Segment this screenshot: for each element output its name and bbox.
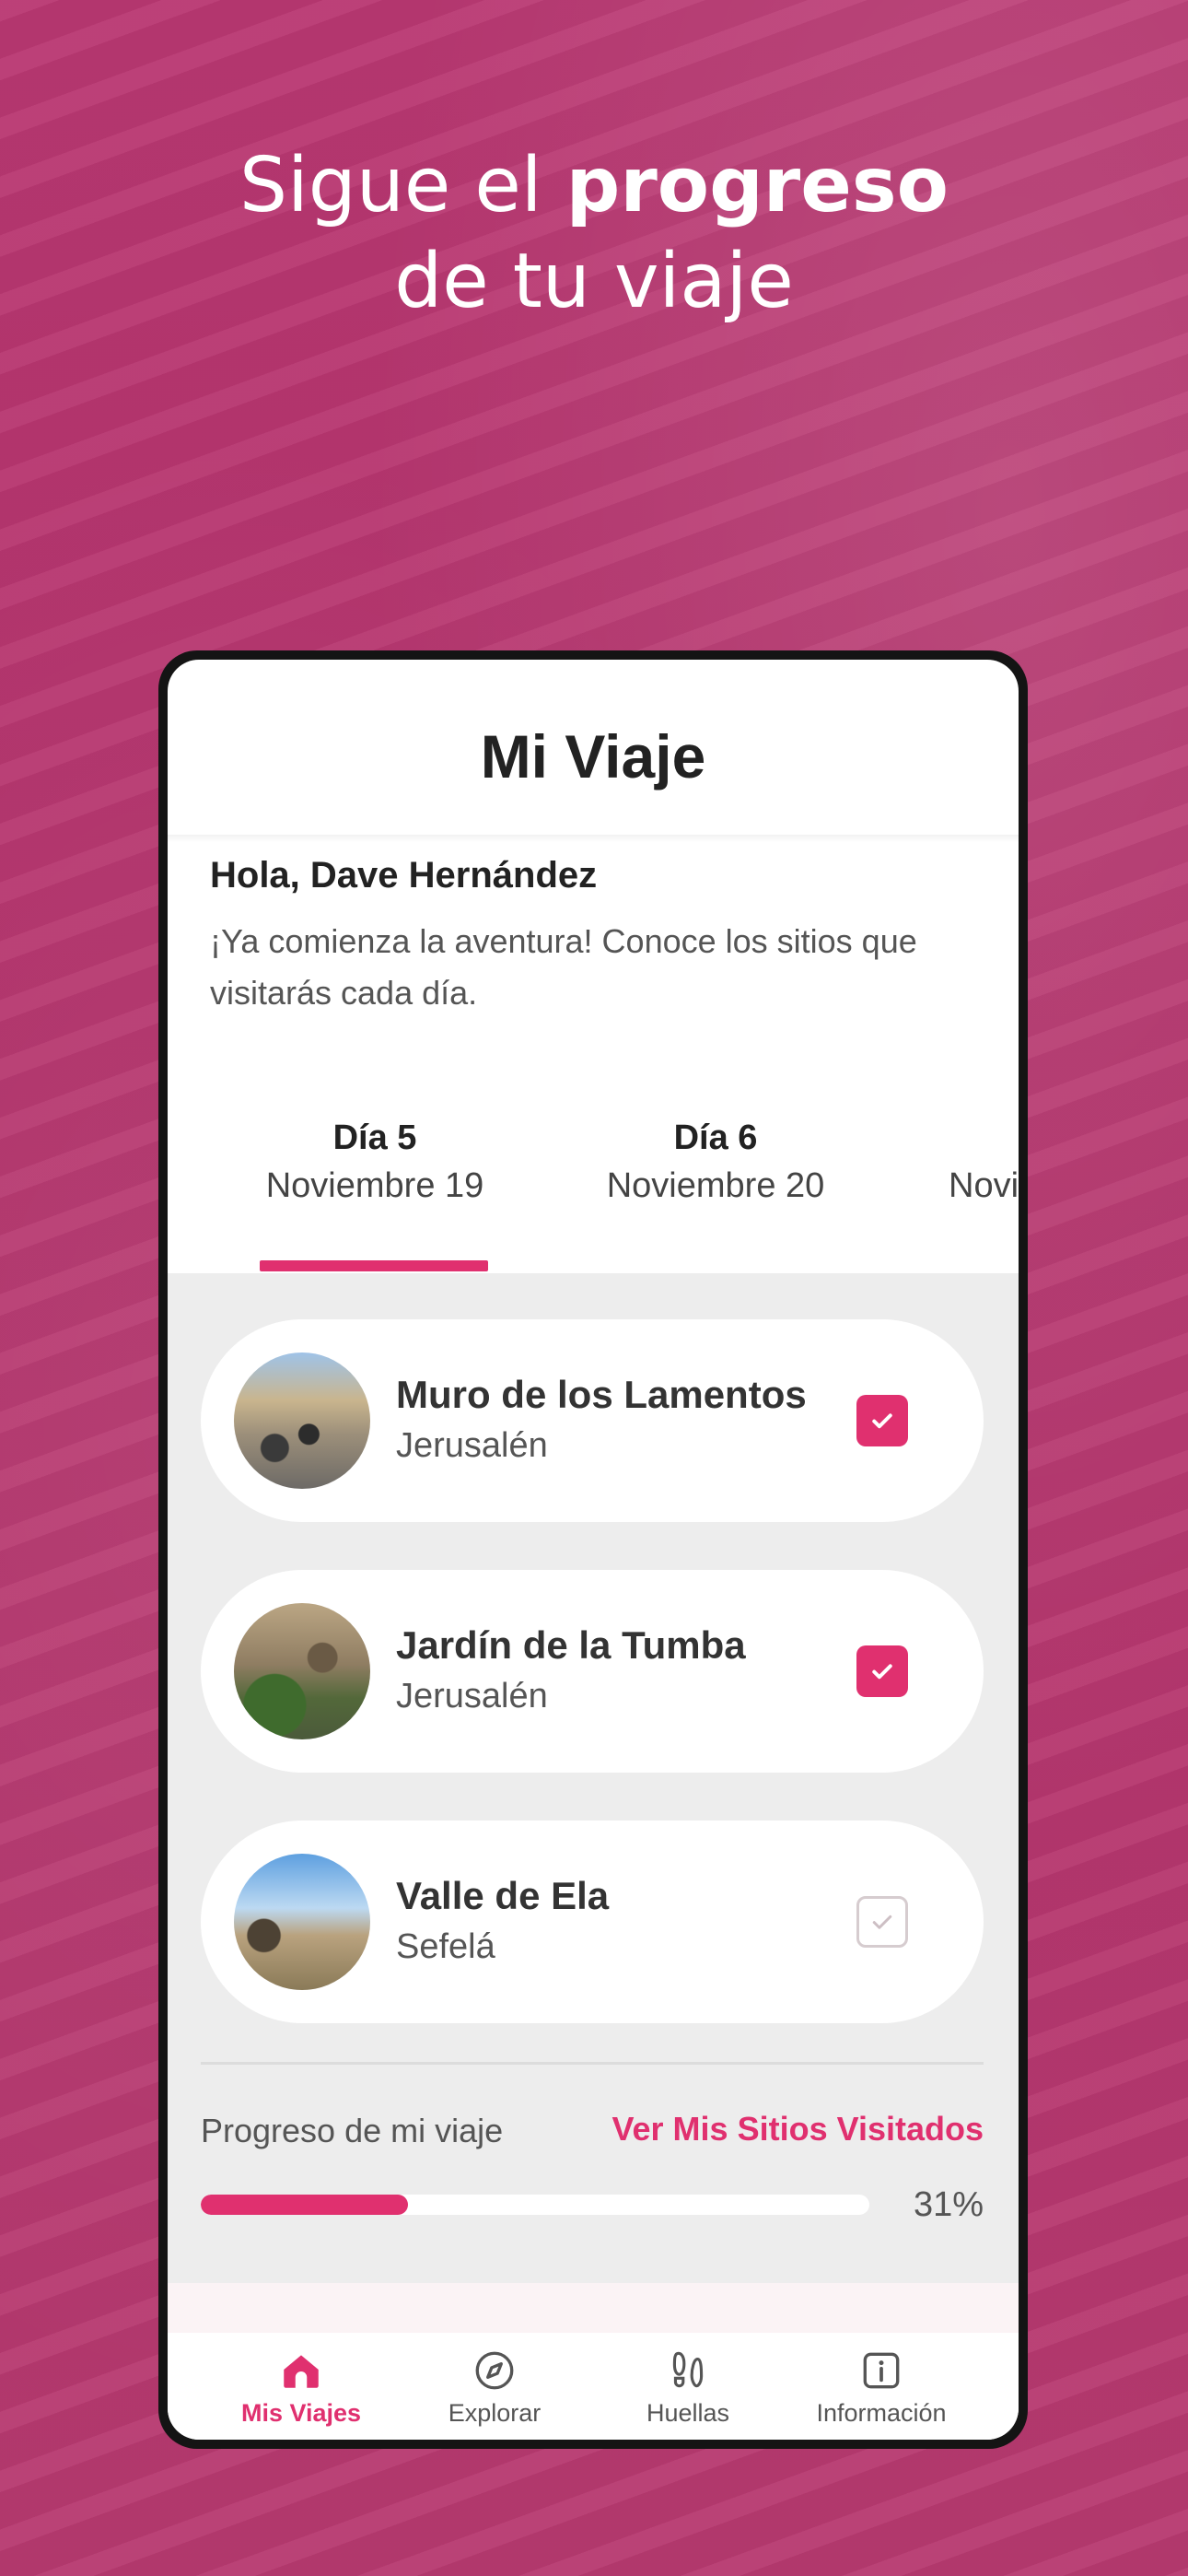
tab-informacion[interactable]: Información: [785, 2348, 978, 2428]
list-item[interactable]: Muro de los Lamentos Jerusalén: [201, 1319, 984, 1522]
tab-mis-viajes[interactable]: Mis Viajes: [204, 2348, 398, 2428]
greeting-subtitle: ¡Ya comienza la aventura! Conoce los sit…: [210, 922, 917, 1012]
check-icon: [872, 1914, 892, 1929]
page-title: Mi Viaje: [480, 722, 706, 790]
tab-explorar[interactable]: Explorar: [398, 2348, 591, 2428]
places-list: Muro de los Lamentos Jerusalén Jardín de…: [168, 1273, 1019, 2283]
headline-line2: de tu viaje: [394, 238, 794, 325]
place-photo: [234, 1603, 370, 1739]
day-tabs: Día 5 Noviembre 19 Día 6 Noviembre 20 No…: [168, 1118, 1019, 1205]
day-date: Novi: [949, 1166, 1019, 1205]
day-date: Noviembre 19: [265, 1166, 484, 1205]
tab-day-6[interactable]: Día 6 Noviembre 20: [600, 1118, 831, 1206]
check-icon: [872, 1664, 892, 1680]
place-name: Muro de los Lamentos: [396, 1373, 807, 1416]
phone-frame: Mi Viaje Hola, Dave Hernández ¡Ya comien…: [158, 650, 1028, 2449]
place-city: Jerusalén: [396, 1426, 548, 1465]
progress-bar-fill: [201, 2195, 409, 2215]
header-divider: [168, 835, 1019, 842]
day-date: Noviembre 20: [606, 1166, 825, 1205]
tab-huellas[interactable]: Huellas: [591, 2348, 785, 2428]
info-icon: [863, 2352, 900, 2389]
headline-bold: progreso: [565, 142, 949, 229]
phone-screen: Mi Viaje Hola, Dave Hernández ¡Ya comien…: [168, 660, 1019, 2440]
footprints-icon: [672, 2351, 704, 2388]
tab-label: Mis Viajes: [240, 2399, 362, 2427]
check-icon: [872, 1413, 892, 1429]
list-item[interactable]: Jardín de la Tumba Jerusalén: [201, 1570, 984, 1773]
content-strip: [168, 2283, 1019, 2333]
tab-label: Huellas: [646, 2399, 730, 2427]
greeting: Hola, Dave Hernández: [210, 855, 598, 896]
progress-percent: 31%: [913, 2185, 984, 2224]
list-item[interactable]: Valle de Ela Sefelá: [201, 1821, 984, 2023]
progress-label: Progreso de mi viaje: [201, 2112, 504, 2149]
headline-regular: Sigue el: [239, 142, 566, 229]
tab-day-5[interactable]: Día 5 Noviembre 19: [260, 1118, 490, 1206]
home-icon: [284, 2355, 319, 2388]
progress-bar: [201, 2195, 869, 2215]
bottom-tab-bar: Mis Viajes Explorar Huellas Información: [168, 2333, 1019, 2440]
visited-checkbox[interactable]: [856, 1896, 908, 1948]
promo-headline: Sigue el progreso de tu viaje: [0, 138, 1188, 330]
place-name: Jardín de la Tumba: [396, 1623, 746, 1667]
visited-checkbox[interactable]: [856, 1645, 908, 1697]
divider: [201, 2062, 984, 2065]
place-photo: [234, 1854, 370, 1990]
place-photo: [234, 1352, 370, 1489]
tab-day-7[interactable]: Novi: [949, 1118, 1019, 1206]
place-city: Jerusalén: [396, 1677, 548, 1715]
selected-day-indicator: [260, 1260, 488, 1271]
tab-label: Explorar: [448, 2399, 542, 2427]
place-city: Sefelá: [396, 1927, 495, 1966]
day-number: Día 6: [673, 1118, 758, 1157]
visited-checkbox[interactable]: [856, 1395, 908, 1446]
day-number: [949, 1118, 1019, 1166]
visited-sites-link[interactable]: Ver Mis Sitios Visitados: [612, 2110, 984, 2149]
day-number: Día 5: [332, 1118, 417, 1157]
place-name: Valle de Ela: [396, 1874, 610, 1917]
compass-icon: [475, 2351, 514, 2390]
tab-label: Información: [816, 2399, 947, 2427]
